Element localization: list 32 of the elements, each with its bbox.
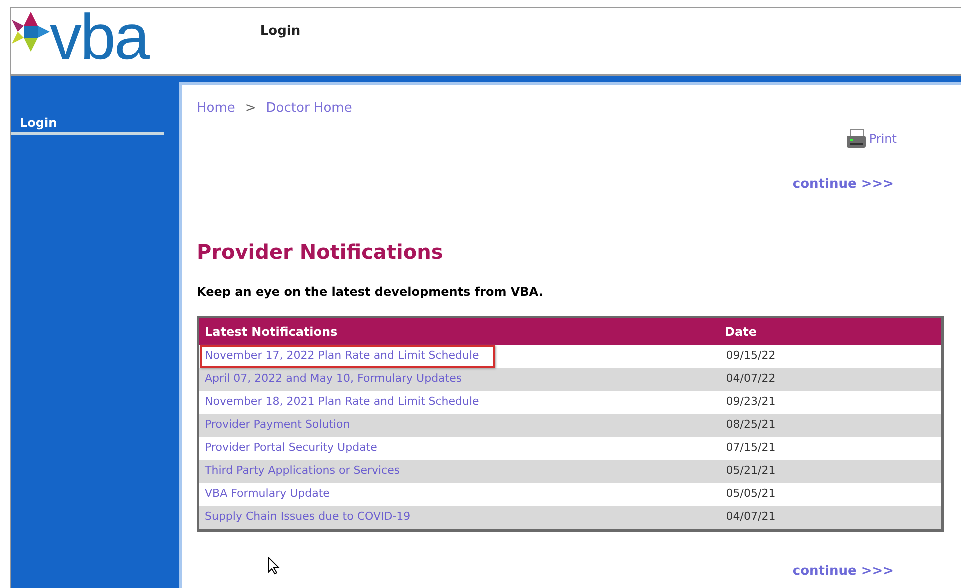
print-link[interactable]: Print bbox=[846, 128, 897, 148]
notification-link[interactable]: Provider Payment Solution bbox=[200, 414, 356, 437]
date-cell-text: 04/07/21 bbox=[725, 509, 777, 526]
date-cell-text: 05/21/21 bbox=[725, 463, 777, 480]
logo-text: vba bbox=[50, 7, 148, 67]
page-heading: Provider Notifications bbox=[197, 239, 444, 266]
breadcrumb-link[interactable]: Doctor Home bbox=[266, 99, 352, 118]
star-logo-icon bbox=[12, 10, 50, 54]
date-cell-text: 09/15/22 bbox=[725, 348, 777, 364]
mouse-pointer-icon bbox=[268, 557, 280, 575]
date-cell-text: 04/07/22 bbox=[725, 371, 777, 388]
breadcrumb-link[interactable]: Home bbox=[197, 99, 236, 118]
sidebar-item[interactable]: Login bbox=[11, 114, 164, 135]
notification-link[interactable]: April 07, 2022 and May 10, Formulary Updates bbox=[200, 368, 468, 391]
date-cell-text: 05/05/21 bbox=[725, 486, 777, 502]
date-cell-text: 09/23/21 bbox=[725, 394, 777, 410]
continue-link[interactable]: continue >>> bbox=[792, 174, 894, 194]
breadcrumb-separator: > bbox=[245, 100, 256, 118]
page-title: Login bbox=[260, 23, 301, 41]
notification-link[interactable]: VBA Formulary Update bbox=[200, 483, 335, 506]
notification-link[interactable]: Third Party Applications or Services bbox=[200, 460, 406, 483]
notification-link[interactable]: November 18, 2021 Plan Rate and Limit Schedule bbox=[200, 391, 484, 414]
notification-link[interactable]: November 17, 2022 Plan Rate and Limit Schedule bbox=[200, 345, 496, 368]
notification-link[interactable]: Supply Chain Issues due to COVID-19 bbox=[200, 506, 416, 529]
notification-link[interactable]: Provider Portal Security Update bbox=[200, 437, 382, 460]
printer-icon bbox=[846, 128, 868, 148]
column-header: Date bbox=[724, 324, 758, 340]
intro-text: Keep an eye on the latest developments from VBA. bbox=[197, 284, 544, 301]
date-cell-text: 07/15/21 bbox=[725, 440, 777, 456]
column-header: Latest Notifications bbox=[204, 324, 339, 340]
continue-link[interactable]: continue >>> bbox=[792, 562, 894, 582]
date-cell-text: 08/25/21 bbox=[725, 417, 777, 434]
